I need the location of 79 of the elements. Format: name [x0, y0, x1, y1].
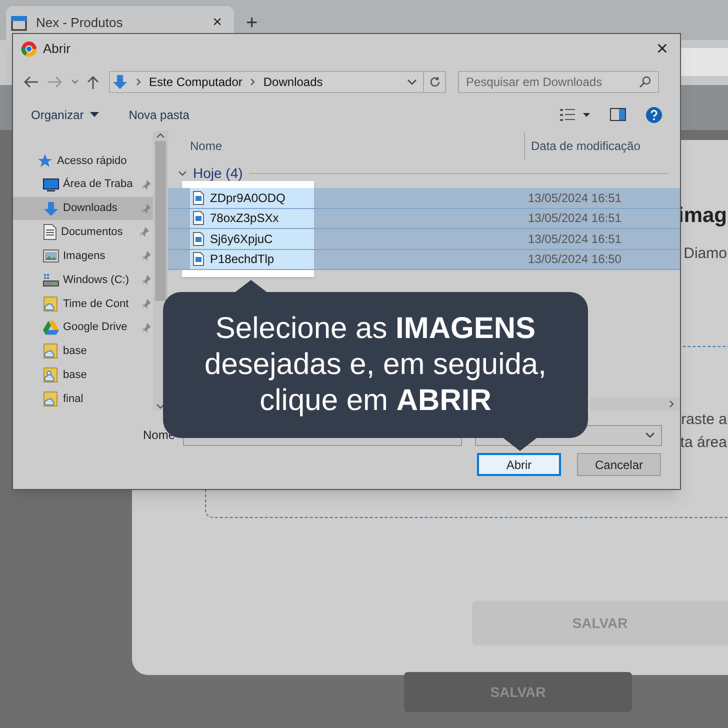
globe-icon [21, 40, 37, 56]
image-file-icon [193, 232, 204, 246]
chevron-right-icon [136, 78, 141, 86]
file-name: ZDpr9A0ODQ [210, 190, 286, 207]
search-icon [639, 76, 651, 88]
nav-item[interactable]: Documentos [13, 220, 153, 244]
preview-pane-icon[interactable] [610, 108, 626, 121]
chevron-down-icon[interactable] [71, 79, 79, 85]
folder-person-icon [43, 367, 59, 384]
file-date: 13/05/2024 16:51 [528, 210, 622, 228]
tab-title: Nex - Produtos [36, 14, 124, 32]
toolbar-button[interactable]: Nova pasta [128, 106, 190, 124]
chevron-down-icon [156, 404, 165, 409]
scrollbar[interactable] [590, 397, 680, 411]
nav-item[interactable]: base [13, 363, 153, 388]
nav-item[interactable]: Time de Cont [13, 292, 153, 316]
folder-cloud-icon [43, 296, 59, 312]
breadcrumb-item[interactable]: Downloads [263, 73, 323, 91]
modal-subtitle: Diamo [684, 244, 727, 264]
download-arrow-icon [112, 74, 128, 90]
file-row[interactable]: ZDpr9A0ODQ 13/05/2024 16:51 [168, 188, 680, 208]
file-date: 13/05/2024 16:51 [528, 190, 622, 207]
file-name: P18echdTlp [210, 251, 274, 268]
drop-zone-text: raste a [681, 410, 727, 430]
close-button[interactable]: × [652, 38, 672, 58]
nav-item[interactable]: Acesso rápido [13, 149, 153, 173]
nav-item[interactable]: base [13, 340, 153, 364]
scrollbar-thumb[interactable] [155, 141, 166, 301]
file-date: 13/05/2024 16:51 [528, 230, 622, 248]
toolbar-button[interactable]: Organizar [31, 106, 99, 124]
cancel-button[interactable]: Cancelar [577, 453, 661, 476]
breadcrumb-item[interactable]: Este Computador [149, 73, 242, 91]
column-header[interactable]: Nome [168, 137, 524, 155]
help-icon[interactable] [646, 106, 662, 122]
file-row[interactable]: Sj6y6XpjuC 13/05/2024 16:51 [168, 229, 680, 250]
up-arrow-icon[interactable] [87, 75, 99, 89]
triangle-logo-icon [43, 320, 59, 335]
refresh-icon [428, 76, 440, 88]
file-name: 78oxZ3pSXx [210, 210, 279, 228]
chevron-right-icon [669, 400, 674, 408]
drop-zone-text: ta área [680, 433, 727, 453]
download-arrow-icon [43, 200, 59, 217]
group-header[interactable]: Hoje (4) [193, 162, 243, 184]
chevron-down-icon[interactable] [645, 432, 655, 438]
caret-icon [90, 112, 99, 117]
nav-item[interactable]: final [13, 387, 153, 411]
nav-item[interactable]: Downloads [13, 196, 153, 220]
back-arrow-icon[interactable] [23, 75, 39, 89]
chevron-up-icon [156, 133, 165, 138]
folder-cloud-icon [43, 391, 59, 408]
document-icon [43, 224, 57, 240]
nav-item[interactable]: Google Drive [13, 316, 153, 340]
list-view-icon[interactable] [560, 108, 590, 120]
star-icon [37, 152, 53, 169]
file-name: Sj6y6XpjuC [210, 230, 273, 248]
nav-item[interactable]: Windows (C:) [13, 268, 153, 292]
nav-item[interactable]: Imagens [13, 244, 153, 268]
nav-item[interactable]: Área de Traba [13, 172, 153, 197]
chevron-down-icon[interactable] [407, 79, 417, 85]
folder-cloud-icon [43, 343, 59, 360]
chevron-right-icon [250, 78, 256, 86]
storefront-icon [10, 15, 28, 31]
file-row[interactable]: P18echdTlp 13/05/2024 16:50 [168, 250, 680, 270]
image-file-icon [193, 211, 204, 226]
file-row[interactable]: 78oxZ3pSXx 13/05/2024 16:51 [168, 208, 680, 229]
image-file-icon [193, 252, 204, 266]
search-field[interactable]: Pesquisar em Downloads [458, 71, 659, 93]
file-date: 13/05/2024 16:50 [528, 251, 622, 268]
image-icon [43, 249, 59, 264]
chevron-down-icon[interactable] [178, 168, 187, 178]
window-title: Abrir [43, 40, 72, 58]
column-header[interactable]: Data de modificação [524, 132, 640, 160]
close-icon[interactable]: × [204, 11, 230, 35]
drive-icon [43, 272, 59, 287]
address-field[interactable]: Este Computador Downloads [109, 71, 446, 93]
open-button[interactable]: Abrir [477, 453, 561, 476]
monitor-icon [43, 178, 59, 192]
callout-text: Selecione as IMAGENS desejadas e, em seguida, clique em ABRIR [204, 311, 546, 419]
image-file-icon [193, 190, 204, 205]
